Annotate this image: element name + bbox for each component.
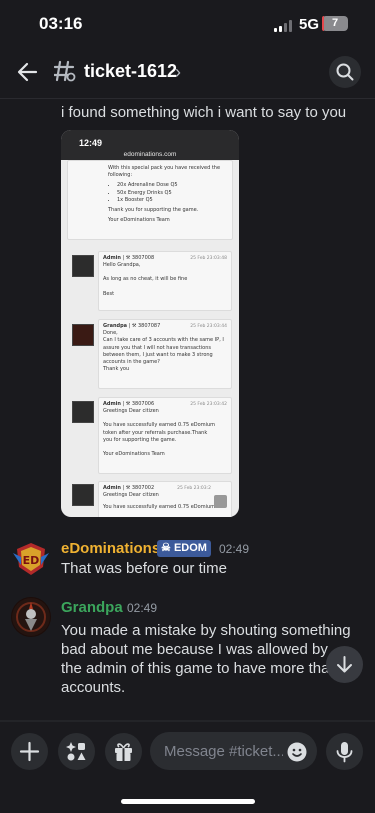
post-line: assure you that I will not have transact… — [103, 344, 211, 351]
scroll-top-icon — [214, 495, 227, 508]
threads-icon — [52, 59, 76, 83]
post-line: Hello Grandpa, — [103, 262, 141, 269]
message-text: i found something wich i want to say to … — [61, 104, 347, 121]
post-user: Admin — [103, 485, 121, 491]
post-line: Done, — [103, 330, 118, 337]
post-line: Can I take care of 3 accounts with the s… — [103, 337, 224, 344]
item-list: 20x Adrenaline Dose Q5 50x Energy Drinks… — [117, 182, 228, 204]
list-item: 20x Adrenaline Dose Q5 — [117, 182, 228, 189]
username[interactable]: Grandpa — [61, 599, 123, 616]
header-divider — [0, 98, 375, 99]
post-line: Best — [103, 290, 115, 297]
post-meta: | ⚒ 3807006 — [122, 401, 155, 407]
card-line: With this special pack you have received… — [108, 165, 221, 171]
card-line: Thank you for supporting the game. — [108, 207, 199, 214]
post-line — [103, 269, 227, 276]
home-indicator — [121, 799, 255, 804]
tag-badge: ☠ EDOM — [157, 540, 211, 557]
post-card: Admin | ⚒ 3807002 Greetings Dear citizen… — [98, 481, 232, 517]
apps-icon — [66, 742, 86, 761]
add-attachment-button[interactable] — [11, 733, 48, 770]
card-line: Your eDominations Team — [108, 217, 170, 224]
jump-to-bottom-button[interactable] — [326, 646, 363, 683]
search-button[interactable] — [329, 56, 361, 88]
skull-icon: ☠ — [161, 542, 171, 554]
post-line — [103, 415, 227, 422]
post-card: Admin | ⚒ 3807006 Greetings Dear citizen… — [98, 397, 232, 474]
post-line: Greetings Dear citizen — [103, 492, 159, 499]
avatar[interactable] — [11, 597, 51, 637]
card-line: following: — [108, 172, 133, 179]
message-body: You made a mistake by shouting something… — [61, 622, 351, 696]
attachment-time: 12:49 — [79, 138, 103, 148]
post-line — [103, 444, 227, 451]
voice-message-button[interactable] — [326, 733, 363, 770]
message-body: That was before our time — [61, 560, 227, 577]
post-line: Greetings Dear citizen — [103, 408, 159, 415]
status-time: 03:16 — [39, 14, 83, 33]
attachment-card: With this special pack you have received… — [67, 160, 233, 240]
arrow-down-icon — [337, 656, 352, 673]
emoji-button[interactable] — [287, 742, 307, 762]
post-line: As long as no cheat, it will be fine — [103, 276, 188, 283]
gift-button[interactable] — [105, 733, 142, 770]
list-item: 50x Energy Drinks Q5 — [117, 190, 228, 197]
gift-icon — [115, 743, 132, 761]
list-item: 1x Booster Q5 — [117, 197, 228, 204]
post-card: Admin | ⚒ 3807008 Hello Grandpa, As long… — [98, 251, 232, 311]
post-line: You have successfully earned 0.75 eDomiu… — [103, 422, 216, 429]
channel-header: ticket-1612 › — [0, 52, 375, 94]
post-line: Thank you — [103, 366, 130, 373]
svg-text:ED: ED — [23, 554, 40, 567]
microphone-icon — [336, 742, 353, 763]
badge-label: EDOM — [173, 542, 207, 554]
post-card: Grandpa | ⚒ 3807087 Done, Can I take car… — [98, 319, 232, 389]
post-date: 25 Feb 23:03:42 — [190, 402, 227, 407]
post-user: Grandpa — [103, 323, 128, 329]
image-attachment[interactable]: 12:49 edominations.com With this special… — [61, 130, 239, 517]
post-date: 25 Feb 23:03:2 — [177, 486, 211, 491]
plus-icon — [19, 741, 40, 762]
emoji-icon — [287, 742, 307, 762]
channel-name[interactable]: ticket-1612 — [84, 61, 177, 82]
admin-avatar — [72, 255, 94, 277]
post-line: between them, I just want to make 3 stro… — [103, 351, 213, 358]
post-meta: | ⚒ 3807008 — [122, 255, 155, 261]
status-bar: 03:16 5G 7 — [0, 0, 375, 50]
back-arrow-icon — [17, 62, 38, 82]
post-line — [103, 284, 227, 291]
post-meta: | ⚒ 3807002 — [122, 485, 155, 491]
apps-button[interactable] — [58, 733, 95, 770]
post-line: token after your referrals purchase.Than… — [103, 429, 208, 436]
timestamp: 02:49 — [127, 601, 158, 615]
admin-avatar — [72, 401, 94, 423]
post-meta: | ⚒ 3807087 — [128, 323, 161, 329]
battery-icon: 7 — [322, 16, 348, 31]
post-date: 25 Feb 23:03:44 — [190, 324, 227, 329]
post-line: accounts in the game? — [103, 359, 160, 366]
timestamp: 02:49 — [219, 542, 250, 556]
battery-level: 7 — [331, 17, 339, 29]
search-icon — [336, 63, 354, 81]
attachment-url: edominations.com — [123, 151, 177, 158]
attachment-status-bar: 12:49 edominations.com — [61, 130, 239, 160]
post-date: 25 Feb 23:03:48 — [190, 256, 227, 261]
admin-avatar — [72, 484, 94, 506]
network-label: 5G — [299, 16, 320, 33]
post-line: you for supporting the game. — [103, 436, 177, 443]
username[interactable]: eDominations — [61, 540, 160, 557]
back-button[interactable] — [14, 58, 42, 86]
channel-chevron-icon[interactable]: › — [175, 62, 181, 83]
post-user: Admin — [103, 401, 121, 407]
post-line: You have successfully earned 0.75 eDomiu… — [103, 504, 216, 511]
grandpa-avatar — [72, 324, 94, 346]
signal-icon — [274, 20, 294, 32]
post-user: Admin — [103, 255, 121, 261]
post-line: Your eDominations Team — [103, 451, 165, 458]
avatar[interactable]: ED — [11, 539, 51, 579]
